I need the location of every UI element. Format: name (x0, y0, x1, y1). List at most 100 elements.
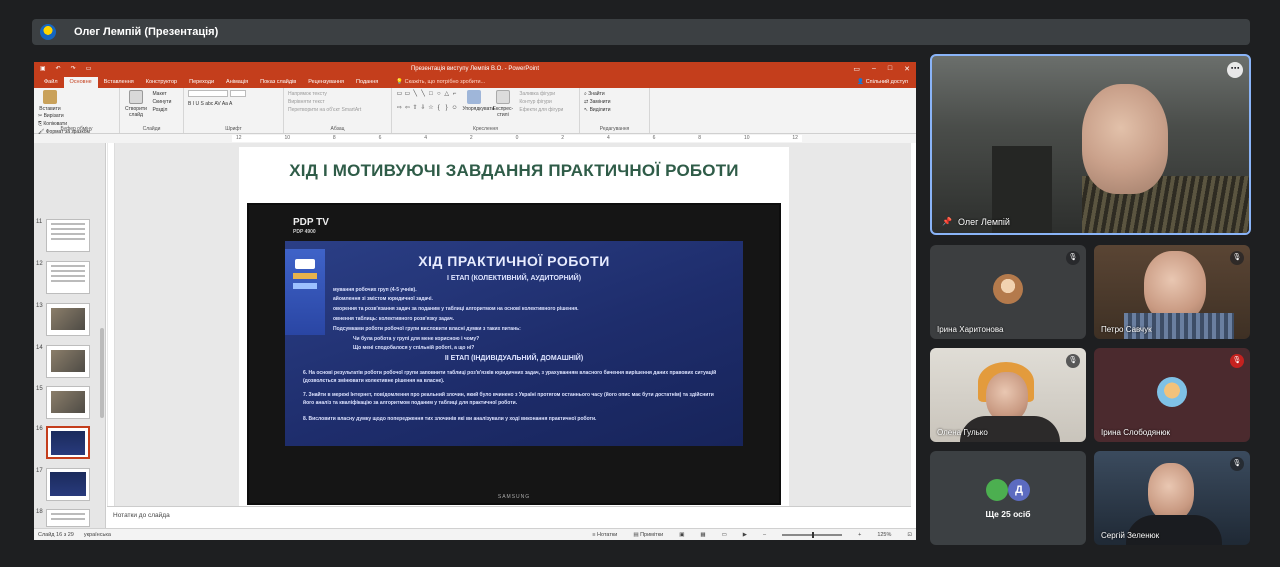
slide-thumbnail-11[interactable] (46, 219, 90, 252)
section-button[interactable]: Розділ (152, 106, 171, 114)
document-title: Презентація виступу Лемпія В.О. - PowerP… (410, 65, 540, 72)
shape-arrow-line-icon[interactable]: ╲ (420, 90, 427, 103)
stage1-line: мування робочих груп (4-5 учнів). (333, 287, 417, 293)
shape-star-icon[interactable]: ☆ (428, 104, 435, 117)
shape-elbow-icon[interactable]: ⌐ (451, 90, 458, 103)
slide-thumbnails-pane[interactable]: 11 12 13 14 15 16 17 18 (34, 143, 106, 528)
drawing-group: ▭ ▭ ╲ ╲ □ ○ △ ⌐ ⇨ ⇦ ⇧ ⇩ ☆ { } ☺ Упорядку… (392, 88, 580, 133)
tab-animations[interactable]: Анімація (220, 79, 254, 88)
replace-button[interactable]: ⇄ Замінити (584, 98, 645, 106)
tab-slideshow[interactable]: Показ слайдів (254, 79, 302, 88)
tab-file[interactable]: Файл (38, 79, 64, 88)
text-direction-button[interactable]: Напрямок тексту (288, 90, 387, 98)
notes-toggle[interactable]: ≡ Нотатки (592, 532, 617, 538)
tell-me-search[interactable]: 💡 Скажіть, що потрібно зробити... (384, 79, 493, 88)
align-text-button[interactable]: Вирівняти текст (288, 98, 387, 106)
zoom-slider[interactable] (782, 531, 843, 538)
shape-rectangle-icon[interactable]: ▭ (396, 90, 403, 103)
cut-label: Вирізати (43, 113, 64, 119)
convert-smartart-button[interactable]: Перетворити на об'єкт SmartArt (288, 106, 387, 114)
participant-name: Сергій Зеленюк (1101, 531, 1160, 540)
thumbnails-scrollbar[interactable] (100, 328, 104, 418)
shape-effects-button[interactable]: Ефекти для фігури (519, 106, 563, 114)
shape-left-arrow-icon[interactable]: ⇦ (404, 104, 411, 117)
tab-transitions[interactable]: Переходи (183, 79, 220, 88)
tab-design[interactable]: Конструктор (140, 79, 183, 88)
ribbon-display-icon[interactable]: ▭ (853, 65, 860, 73)
shape-right-arrow-icon[interactable]: ⇨ (396, 104, 403, 117)
shape-triangle-icon[interactable]: △ (443, 90, 450, 103)
maximize-icon[interactable]: □ (888, 65, 892, 73)
cut-button[interactable]: ✂ Вирізати (38, 112, 90, 120)
participant-tile[interactable]: 🎙︎ Ірина Харитонова (930, 245, 1086, 339)
shape-down-arrow-icon[interactable]: ⇩ (420, 104, 427, 117)
zoom-level[interactable]: 125% (877, 532, 891, 538)
pin-icon[interactable]: 📌 (942, 217, 952, 226)
slide-counter: Слайд 16 з 29 (38, 531, 74, 538)
more-participants-tile[interactable]: Д Ще 25 осіб (930, 451, 1086, 545)
speaker-tile[interactable]: ⋯ 📌 Олег Лемпій (930, 54, 1251, 235)
sorter-view-icon[interactable]: ▦ (700, 532, 705, 538)
slide-thumbnail-18[interactable] (46, 509, 90, 527)
shape-textbox-icon[interactable]: ▭ (404, 90, 411, 103)
zoom-out-icon[interactable]: – (763, 532, 766, 538)
fit-to-window-icon[interactable]: ⊡ (907, 532, 912, 538)
more-options-icon[interactable]: ⋯ (1227, 62, 1243, 78)
slide-thumbnail-12[interactable] (46, 261, 90, 294)
slide-thumbnail-17[interactable] (46, 468, 90, 501)
select-label: Виділити (589, 107, 611, 113)
participant-name: Ірина Слободянюк (1101, 428, 1170, 437)
zoom-in-icon[interactable]: + (858, 532, 861, 538)
shapes-gallery[interactable]: ▭ ▭ ╲ ╲ □ ○ △ ⌐ ⇨ ⇦ ⇧ ⇩ ☆ { } ☺ (396, 90, 458, 116)
tab-view[interactable]: Подання (350, 79, 384, 88)
reset-button[interactable]: Скинути (152, 98, 171, 106)
shape-left-brace-icon[interactable]: { (435, 104, 442, 117)
paste-button[interactable]: Вставити (38, 90, 62, 112)
participant-tile[interactable]: 🎙︎ Петро Савчук (1094, 245, 1250, 339)
notes-toggle-label: Нотатки (597, 531, 618, 538)
font-format-buttons[interactable]: B I U S abc AV Aa A (188, 100, 279, 108)
slide-thumbnail-16[interactable] (46, 426, 90, 459)
new-slide-button[interactable]: Створити слайд (124, 90, 148, 118)
minimize-icon[interactable]: – (872, 65, 876, 73)
arrange-button[interactable]: Упорядкувати (462, 90, 494, 112)
slideshow-view-icon[interactable]: ▶ (743, 532, 747, 538)
shape-oval-icon[interactable]: ○ (435, 90, 442, 103)
comments-toggle[interactable]: ▤ Примітки (633, 532, 663, 538)
tab-review[interactable]: Рецензування (302, 79, 350, 88)
thumb-number: 13 (36, 303, 43, 309)
find-button[interactable]: ⌕ Знайти (584, 90, 645, 98)
language-indicator[interactable]: українська (84, 532, 111, 538)
slide-thumbnail-13[interactable] (46, 303, 90, 336)
current-slide[interactable]: ХІД І МОТИВУЮЧІ ЗАВДАННЯ ПРАКТИЧНОЇ РОБО… (239, 147, 789, 509)
tab-home[interactable]: Основне (63, 77, 98, 88)
shape-fill-button[interactable]: Заливка фігури (519, 90, 563, 98)
thumb-number: 14 (36, 345, 43, 351)
normal-view-icon[interactable]: ▣ (679, 532, 684, 538)
participant-tile[interactable]: 🎙︎ Ірина Слободянюк (1094, 348, 1250, 442)
shape-smiley-icon[interactable]: ☺ (451, 104, 458, 117)
font-name-field[interactable] (188, 90, 228, 97)
replace-label: Замінити (589, 99, 611, 105)
ribbon: Вставити ✂ Вирізати ⎘ Копіювати 🖌 Формат… (34, 88, 916, 135)
shape-right-brace-icon[interactable]: } (443, 104, 450, 117)
share-button[interactable]: 👤 Спільний доступ (857, 79, 908, 85)
layout-button[interactable]: Макет (152, 90, 171, 98)
avatar-initial: Д (1008, 479, 1030, 501)
shape-square-icon[interactable]: □ (428, 90, 435, 103)
participant-tile[interactable]: 🎙︎ Олена Гулько (930, 348, 1086, 442)
thumb-number: 12 (36, 261, 43, 267)
reading-view-icon[interactable]: ▭ (722, 532, 727, 538)
tab-insert[interactable]: Вставлення (98, 79, 140, 88)
shape-up-arrow-icon[interactable]: ⇧ (412, 104, 419, 117)
shape-outline-button[interactable]: Контур фігури (519, 98, 563, 106)
notes-pane[interactable]: Нотатки до слайда (107, 506, 911, 528)
select-button[interactable]: ↖ Виділити (584, 106, 645, 114)
font-size-field[interactable] (230, 90, 246, 97)
quick-styles-button[interactable]: Експрес-стилі (491, 90, 515, 118)
shape-line-icon[interactable]: ╲ (412, 90, 419, 103)
close-icon[interactable]: ✕ (904, 65, 910, 73)
slide-thumbnail-15[interactable] (46, 386, 90, 419)
slide-thumbnail-14[interactable] (46, 345, 90, 378)
participant-tile[interactable]: 🎙︎ Сергій Зеленюк (1094, 451, 1250, 545)
